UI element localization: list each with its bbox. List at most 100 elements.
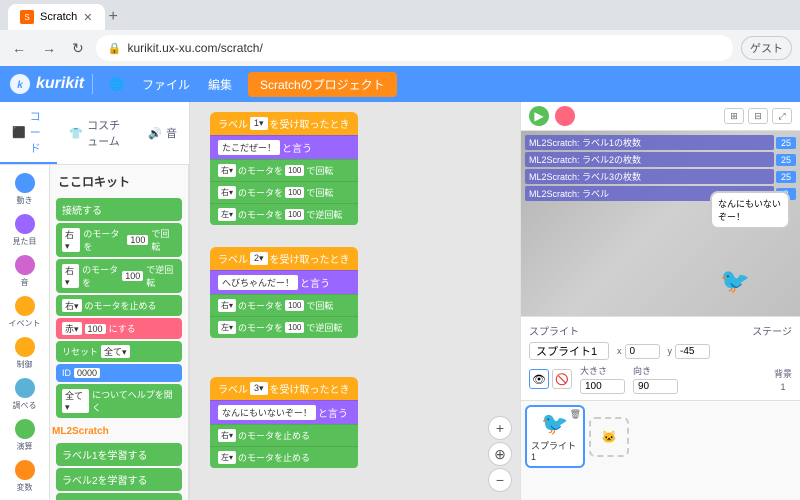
app-logo: k kurikit — [8, 72, 84, 96]
main-layout: ⬛ コード 👕 コスチューム 🔊 音 動き 見た目 — [0, 102, 800, 500]
category-operator[interactable]: 演算 — [0, 415, 49, 456]
block-motor-fwd[interactable]: 右▾ のモータを 100 で回転 — [56, 223, 182, 257]
x-input[interactable] — [625, 344, 660, 359]
zoom-out-btn[interactable]: − — [488, 468, 512, 492]
stage-area: ▶ ⊞ ⊟ ⤢ ML2Scratch: ラベル1の枚数 25 ML2Scratc… — [520, 102, 800, 500]
stage-bg-val: 1 — [780, 382, 785, 392]
direction-input[interactable] — [633, 379, 678, 394]
tab-sound[interactable]: 🔊 音 — [136, 102, 189, 164]
block-motor-stop[interactable]: 右▾ のモータを止める — [56, 295, 182, 316]
block-hat-1[interactable]: ラベル 1▾ を受け取ったとき — [210, 112, 358, 135]
x-coord-group: x — [617, 344, 660, 359]
block-motor1-2[interactable]: 右▾ のモータを 100 で回転 — [210, 294, 358, 316]
block-say-3[interactable]: なんにもいないぞー！ と言う — [210, 400, 358, 424]
ml-label-text-2: ML2Scratch: ラベル2の枚数 — [525, 152, 774, 167]
block-reset[interactable]: リセット 全て▾ — [56, 341, 182, 362]
block-learn2[interactable]: ラベル2を学習する — [56, 468, 182, 491]
address-bar-row: ← → ↻ 🔒 kurikit.ux-xu.com/scratch/ ゲスト — [0, 30, 800, 66]
stage-controls: ▶ ⊞ ⊟ ⤢ — [521, 102, 800, 131]
app-logo-text: kurikit — [36, 75, 84, 93]
sprite-delete-btn[interactable]: 🗑 — [570, 409, 581, 420]
large-stage-btn[interactable]: ⊟ — [748, 108, 768, 124]
code-icon: ⬛ — [12, 126, 26, 139]
header-menu: 🌐 ファイル 編集 — [101, 72, 240, 97]
block-learn3[interactable]: ラベル3を学習する — [56, 493, 182, 500]
menu-file[interactable]: ファイル — [134, 72, 198, 97]
sprite-image: 🐦 — [541, 411, 568, 437]
sprite-name-input[interactable] — [529, 342, 609, 360]
stage-bg-group: 背景 1 — [774, 367, 792, 392]
category-motion[interactable]: 動き — [0, 169, 49, 210]
category-sensing[interactable]: 調べる — [0, 374, 49, 415]
stop-btn[interactable] — [555, 106, 575, 126]
size-label: 大きさ — [580, 364, 625, 377]
block-connect[interactable]: 接続する — [56, 198, 182, 221]
add-sprite-btn[interactable]: 🐱 — [589, 417, 629, 457]
category-sound[interactable]: 音 — [0, 251, 49, 292]
size-input[interactable] — [580, 379, 625, 394]
zoom-in-btn[interactable]: + — [488, 416, 512, 440]
hide-btn[interactable]: 🚫 — [552, 369, 572, 389]
kurikit-logo-icon: k — [8, 72, 32, 96]
sprite-label: スプライト — [529, 323, 579, 338]
direction-group: 向き — [633, 364, 678, 394]
tab-costume[interactable]: 👕 コスチューム — [57, 102, 136, 164]
user-btn[interactable]: ゲスト — [741, 36, 792, 60]
browser-tab[interactable]: S Scratch ✕ — [8, 4, 105, 30]
category-looks[interactable]: 見た目 — [0, 210, 49, 251]
lock-icon: 🔒 — [108, 42, 122, 55]
zoom-center-btn[interactable]: ⊕ — [488, 442, 512, 466]
block-stack-3: ラベル 3▾ を受け取ったとき なんにもいないぞー！ と言う 右▾ のモータを止… — [210, 377, 358, 468]
fullscreen-btn[interactable]: ⤢ — [772, 108, 792, 124]
tab-title: Scratch — [40, 11, 77, 23]
speech-text: なんにもいないぞー！ — [718, 199, 781, 222]
block-categories: 動き 見た目 音 イベント 制御 — [0, 165, 50, 500]
small-stage-btn[interactable]: ⊞ — [724, 108, 744, 124]
block-motor-rev[interactable]: 右▾ のモータを 100 で逆回転 — [56, 259, 182, 293]
ml-label-text-1: ML2Scratch: ラベル1の枚数 — [525, 135, 774, 150]
block-motor2-2[interactable]: 左▾ のモータを 100 で逆回転 — [210, 316, 358, 338]
category-event[interactable]: イベント — [0, 292, 49, 333]
y-input[interactable] — [675, 344, 710, 359]
address-bar[interactable]: 🔒 kurikit.ux-xu.com/scratch/ — [96, 35, 733, 61]
blocks-workspace[interactable]: ラベル 1▾ を受け取ったとき たこだぜー！ と言う 右▾ のモータを 100 … — [190, 102, 520, 500]
back-btn[interactable]: ← — [8, 36, 30, 60]
sprite-character: 🐦 — [720, 267, 750, 296]
block-hat-3[interactable]: ラベル 3▾ を受け取ったとき — [210, 377, 358, 400]
block-motor2-3[interactable]: 左▾ のモータを止める — [210, 446, 358, 468]
category-control[interactable]: 制御 — [0, 333, 49, 374]
block-say-1[interactable]: たこだぜー！ と言う — [210, 135, 358, 159]
y-label: y — [668, 346, 673, 356]
show-btn[interactable]: 👁 — [529, 369, 549, 389]
block-set-value[interactable]: 赤▾ 100 にする — [56, 318, 182, 339]
sprite-thumb-1[interactable]: 🗑 🐦 スプライト1 — [525, 405, 585, 468]
new-tab-btn[interactable]: + — [105, 4, 122, 30]
block-motor3-1[interactable]: 左▾ のモータを 100 で逆回転 — [210, 203, 358, 225]
tab-close-btn[interactable]: ✕ — [83, 11, 92, 24]
refresh-btn[interactable]: ↻ — [68, 36, 88, 61]
sound-icon: 🔊 — [148, 127, 162, 140]
forward-btn[interactable]: → — [38, 36, 60, 60]
block-help[interactable]: 全て▾ についてヘルプを開く — [56, 384, 182, 418]
x-label: x — [617, 346, 622, 356]
green-flag-btn[interactable]: ▶ — [529, 106, 549, 126]
y-coord-group: y — [668, 344, 711, 359]
project-name-badge[interactable]: Scratchのプロジェクト — [248, 72, 397, 97]
palette-section-ml2scratch-header: ML2Scratch — [50, 422, 188, 439]
menu-globe-icon[interactable]: 🌐 — [101, 73, 132, 95]
block-say-2[interactable]: へびちゃんだー！ と言う — [210, 270, 358, 294]
category-variable[interactable]: 変数 — [0, 456, 49, 497]
stage-label: ステージ — [752, 323, 792, 338]
ml-label-row-1: ML2Scratch: ラベル1の枚数 25 — [525, 135, 796, 150]
block-hat-2[interactable]: ラベル 2▾ を受け取ったとき — [210, 247, 358, 270]
palette-section-ml2scratch: ラベル1を学習する ラベル2を学習する ラベル3を学習する — [50, 439, 188, 500]
ml-label-count-1: 25 — [776, 137, 796, 149]
menu-edit[interactable]: 編集 — [200, 72, 240, 97]
block-learn1[interactable]: ラベル1を学習する — [56, 443, 182, 466]
block-motor1-3[interactable]: 右▾ のモータを止める — [210, 424, 358, 446]
block-motor2-1[interactable]: 右▾ のモータを 100 で回転 — [210, 181, 358, 203]
tab-code[interactable]: ⬛ コード — [0, 102, 57, 164]
block-id[interactable]: ID 0000 — [56, 364, 182, 382]
block-motor1-1[interactable]: 右▾ のモータを 100 で回転 — [210, 159, 358, 181]
palette-panel: ⬛ コード 👕 コスチューム 🔊 音 動き 見た目 — [0, 102, 190, 500]
